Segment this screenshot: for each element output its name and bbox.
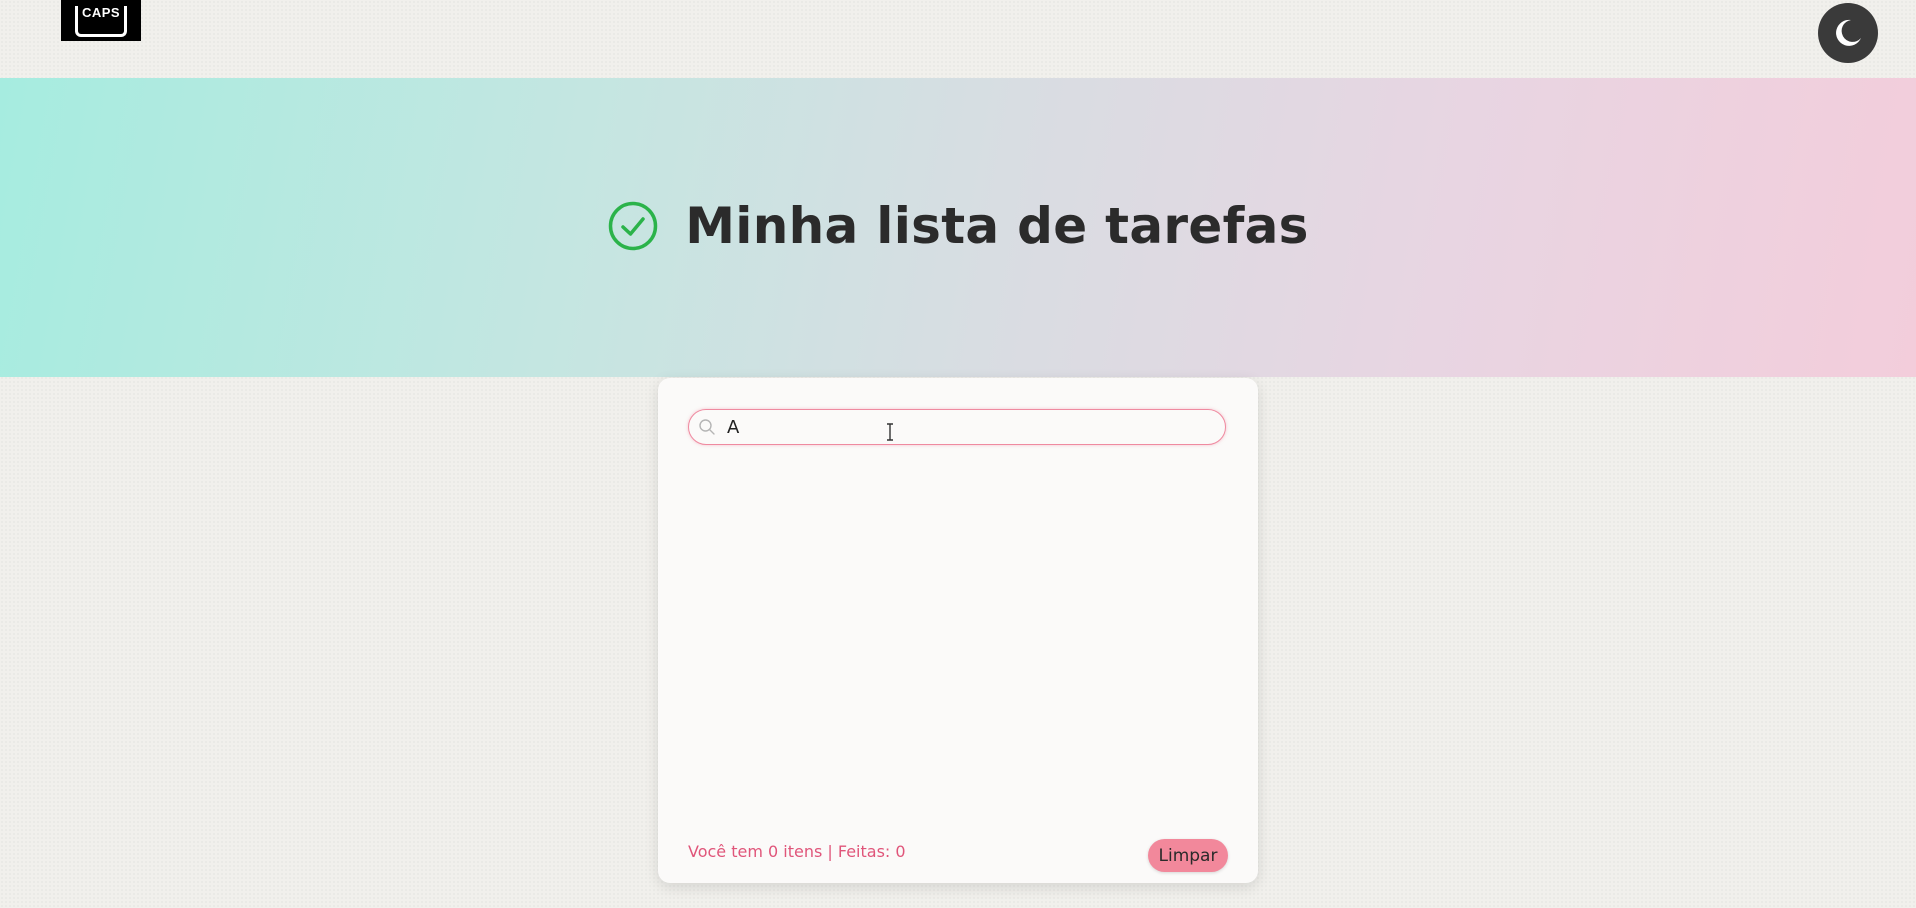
top-bar: CAPS [0,0,1916,78]
check-circle-icon [609,201,658,250]
items-status-text: Você tem 0 itens | Feitas: 0 [688,842,906,861]
hero-title-row: Minha lista de tarefas [0,76,1916,375]
theme-toggle-button[interactable] [1818,3,1878,63]
logo-text: CAPS [75,6,127,37]
page-title: Minha lista de tarefas [685,196,1309,255]
page: CAPS Minha lista de tarefas A Você tem 0… [0,0,1916,908]
search-field[interactable] [688,409,1226,445]
search-input[interactable] [727,414,1207,440]
todo-card: Você tem 0 itens | Feitas: 0 Limpar [658,378,1258,883]
hero-banner: Minha lista de tarefas [0,78,1916,377]
moon-icon [1836,19,1861,46]
search-icon [699,419,715,435]
clear-button[interactable]: Limpar [1148,839,1228,872]
logo[interactable]: CAPS [61,0,141,41]
text-cursor-icon [887,423,893,441]
